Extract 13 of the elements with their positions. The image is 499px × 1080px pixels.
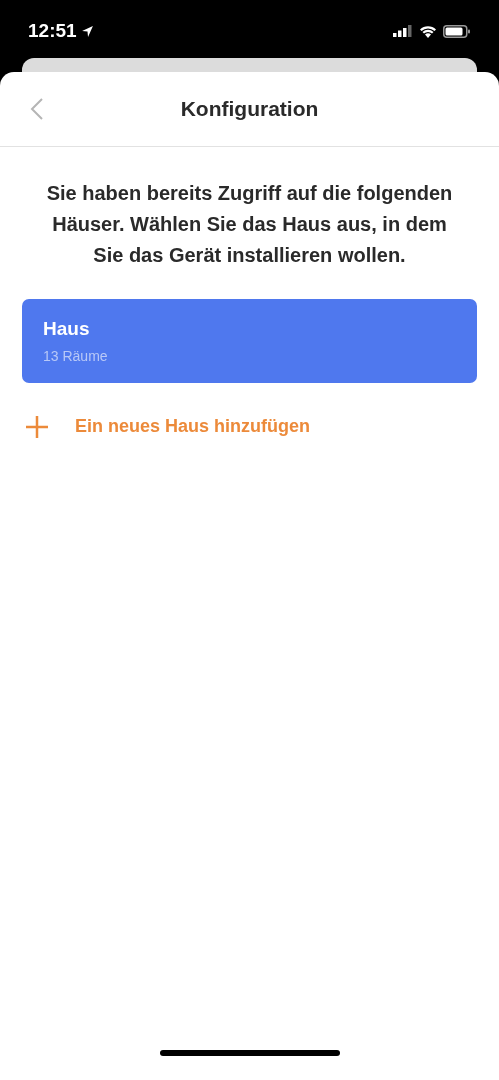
add-house-link[interactable]: Ein neues Haus hinzufügen: [25, 413, 311, 440]
house-card[interactable]: Haus 13 Räume: [22, 299, 477, 383]
room-count: 13 Räume: [43, 347, 108, 367]
battery-icon: [443, 24, 471, 38]
header-title: Konfiguration: [180, 96, 319, 123]
plus-icon: [25, 414, 49, 439]
signal-icon: [393, 25, 413, 37]
house-name: Haus: [43, 316, 90, 341]
clock-time: 12:51: [28, 18, 77, 43]
location-arrow-icon: [80, 24, 94, 38]
intro-text: Sie haben bereits Zugriff auf die folgenden Häuser. Wählen Sie das Haus aus, in dem Sie das Gerät installieren wollen.: [45, 181, 454, 268]
back-chevron-icon: [30, 97, 44, 121]
wifi-icon: [419, 24, 437, 38]
